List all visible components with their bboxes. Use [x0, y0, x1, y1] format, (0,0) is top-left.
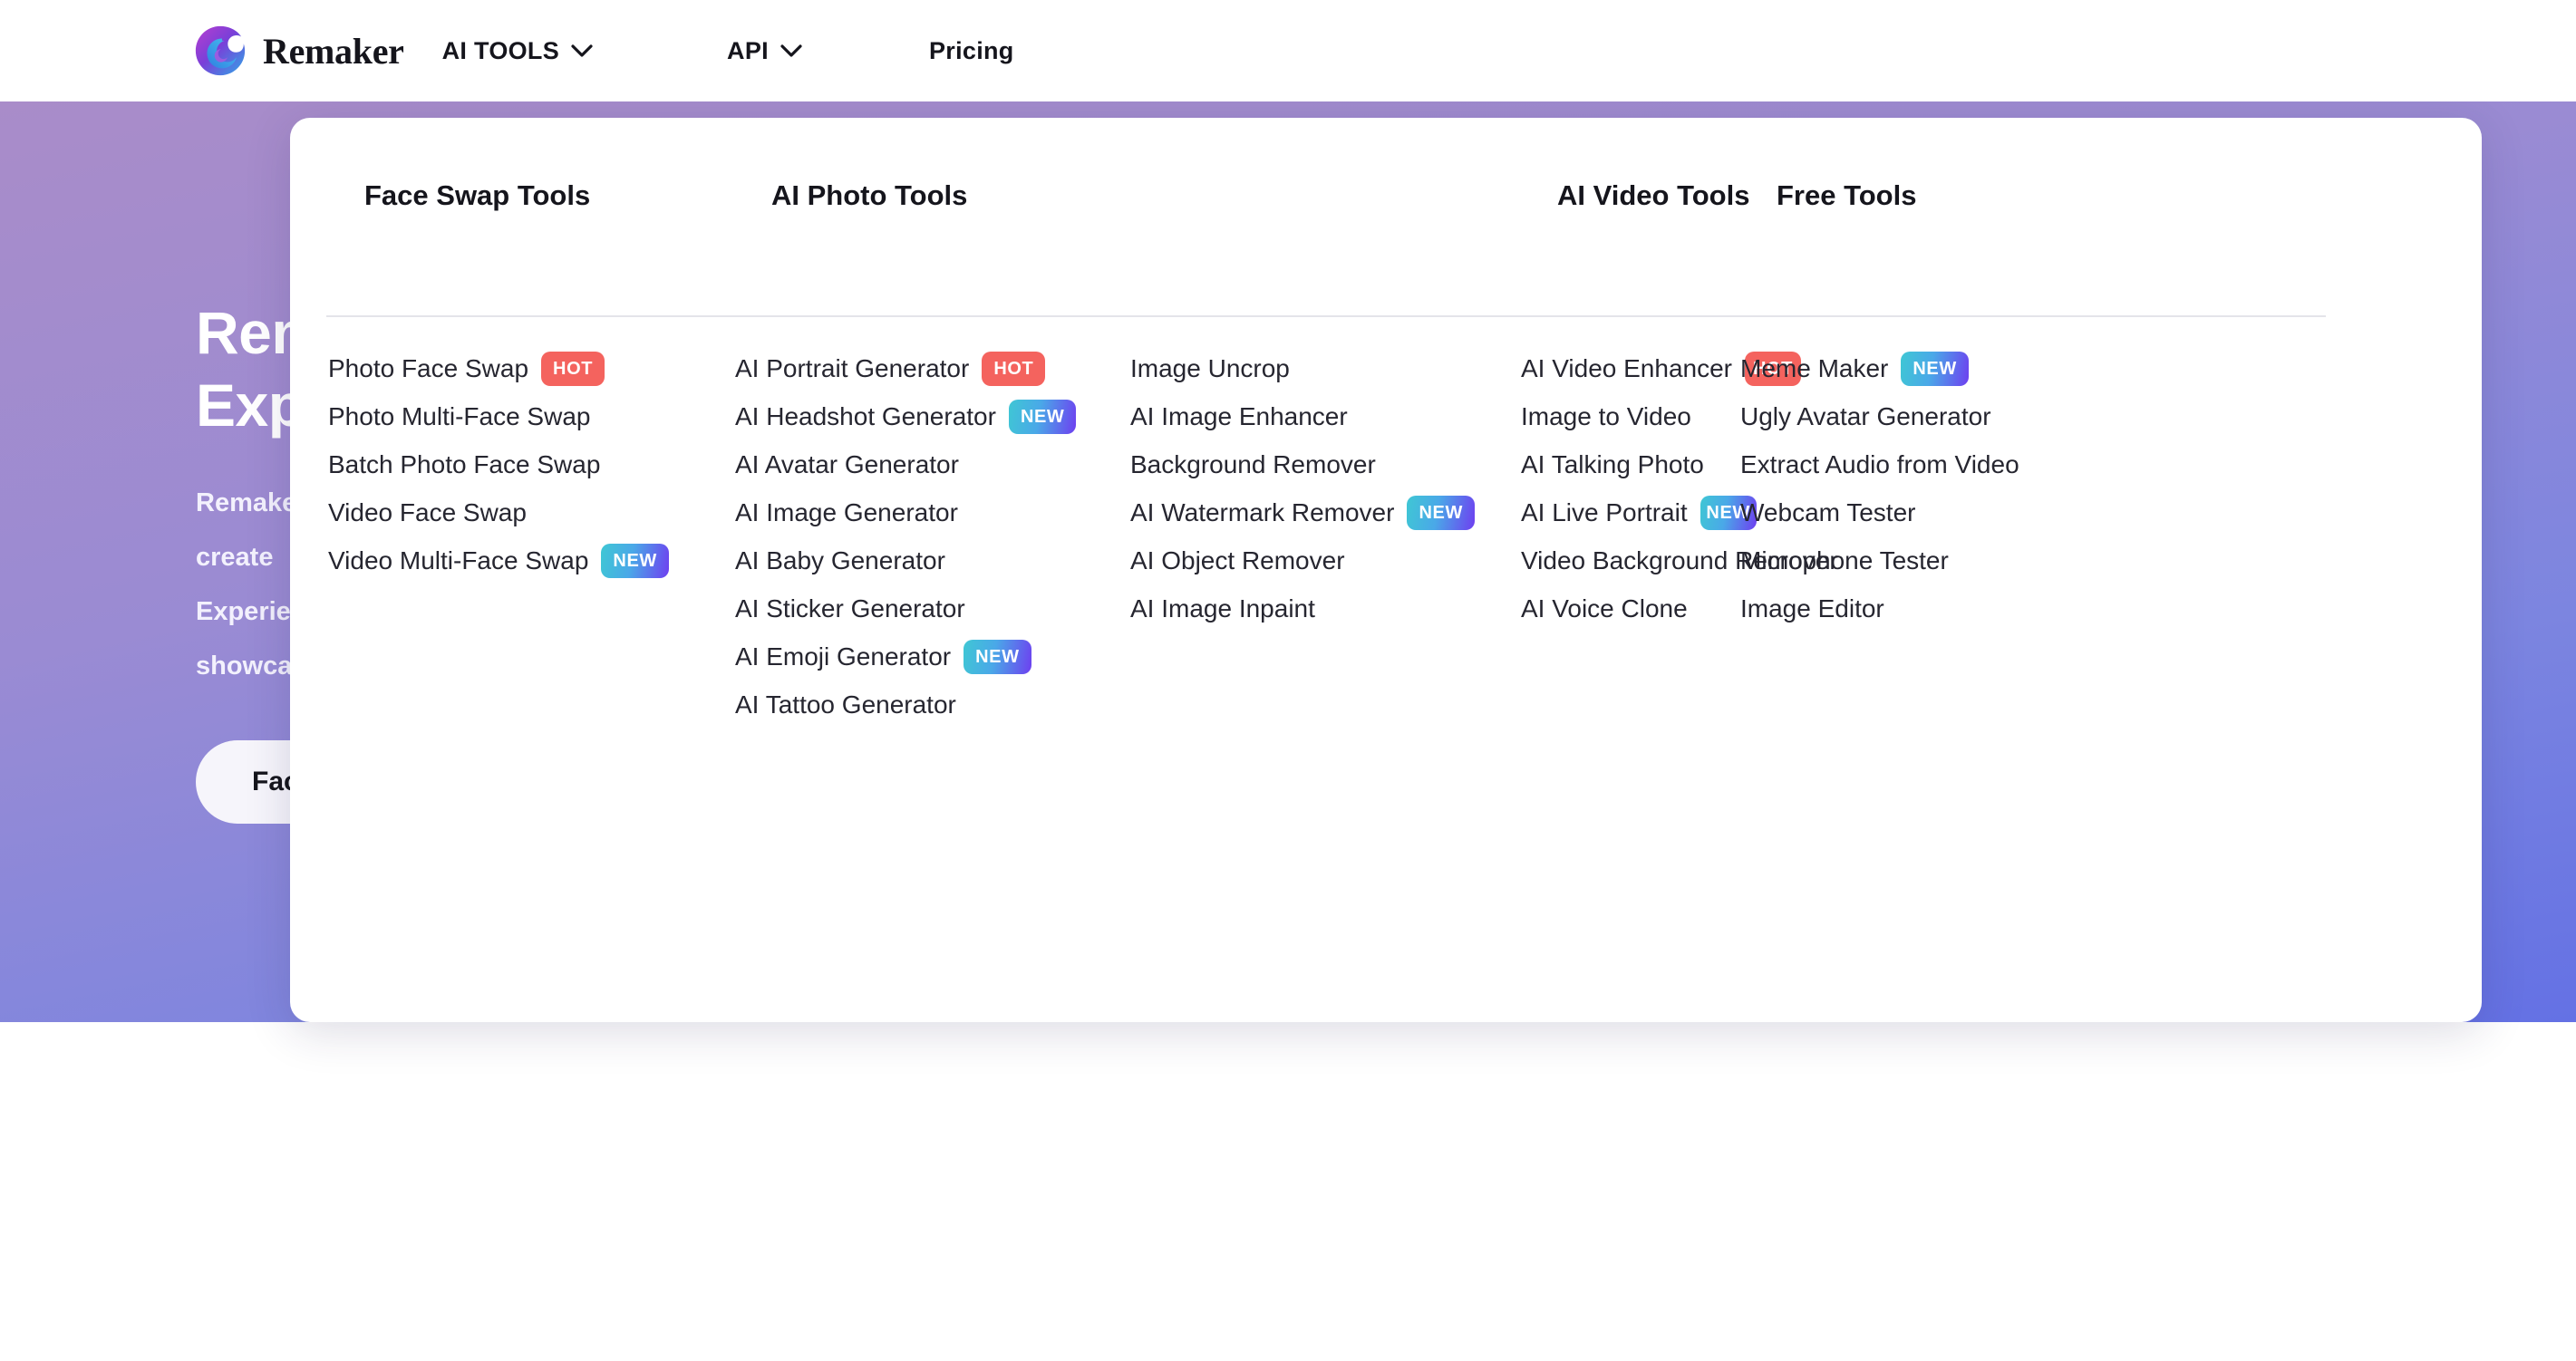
menu-item[interactable]: AI Portrait Generator HOT — [735, 344, 1130, 392]
brand[interactable]: Remaker — [192, 23, 404, 79]
menu-item-label: AI Headshot Generator — [735, 402, 996, 430]
menu-column-ai-video-tools: AI Video Enhancer HOT Image to Video AI Tal… — [1521, 344, 1838, 729]
menu-column-ai-photo-tools-1: AI Portrait Generator HOT AI Headshot Gene… — [735, 344, 1130, 729]
menu-item-label: Video Face Swap — [328, 498, 527, 526]
menu-item[interactable]: Image Editor — [1740, 584, 2103, 632]
column-header-ai-photo-tools: AI Photo Tools — [771, 179, 968, 211]
menu-item-label: Image Editor — [1740, 594, 1884, 623]
menu-item-label: Image to Video — [1521, 402, 1691, 430]
menu-item-label: Extract Audio from Video — [1740, 450, 2019, 478]
menu-item[interactable]: AI Tattoo Generator — [735, 680, 1130, 729]
menu-item-label: AI Image Generator — [735, 498, 958, 526]
menu-item[interactable]: Video Multi-Face Swap NEW — [328, 536, 735, 584]
nav-item-ai-tools-label: AI TOOLS — [441, 36, 560, 64]
new-badge: NEW — [601, 543, 669, 578]
menu-item-label: Image Uncrop — [1130, 354, 1290, 382]
nav-item-pricing[interactable]: Pricing — [929, 37, 1014, 65]
menu-item-label: Batch Photo Face Swap — [328, 450, 601, 478]
mega-menu-columns: Photo Face Swap HOT Photo Multi-Face Swap B… — [328, 344, 2444, 729]
menu-item-label: AI Emoji Generator — [735, 642, 952, 671]
menu-item[interactable]: Image Uncrop — [1130, 344, 1521, 392]
menu-item-label: AI Avatar Generator — [735, 450, 959, 478]
new-badge: NEW — [1407, 495, 1475, 530]
column-header-free-tools: Free Tools — [1777, 179, 1917, 211]
menu-item-label: Ugly Avatar Generator — [1740, 402, 1991, 430]
new-badge: NEW — [1901, 351, 1969, 386]
hot-badge: HOT — [982, 351, 1046, 386]
menu-item-label: AI Live Portrait — [1521, 498, 1688, 526]
menu-item[interactable]: Ugly Avatar Generator — [1740, 392, 2103, 440]
column-header-ai-video-tools: AI Video Tools — [1557, 179, 1750, 211]
menu-item[interactable]: Photo Face Swap HOT — [328, 344, 735, 392]
mega-menu-headers: Face Swap Tools AI Photo Tools AI Video … — [328, 118, 2444, 217]
menu-item[interactable]: Photo Multi-Face Swap — [328, 392, 735, 440]
menu-item[interactable]: Video Background Remover — [1521, 536, 1838, 584]
menu-item[interactable]: AI Object Remover — [1130, 536, 1521, 584]
menu-item-label: Meme Maker — [1740, 354, 1889, 382]
brand-name: Remaker — [263, 30, 404, 72]
menu-item[interactable]: Meme Maker NEW — [1740, 344, 2103, 392]
menu-item[interactable]: Image to Video — [1521, 392, 1740, 440]
menu-item[interactable]: AI Avatar Generator — [735, 440, 1130, 488]
menu-item-label: AI Video Enhancer — [1521, 354, 1732, 382]
menu-item[interactable]: AI Voice Clone — [1521, 584, 1740, 632]
menu-item-label: Photo Face Swap — [328, 354, 529, 382]
hot-badge: HOT — [541, 351, 605, 386]
new-badge: NEW — [1008, 399, 1077, 434]
menu-item[interactable]: Microphone Tester — [1740, 536, 2103, 584]
menu-item[interactable]: AI Emoji Generator NEW — [735, 632, 1130, 680]
remaker-swirl-logo-icon — [192, 23, 248, 79]
nav-item-api[interactable]: API — [727, 37, 802, 65]
menu-item[interactable]: AI Sticker Generator — [735, 584, 1130, 632]
bottom-section — [0, 1022, 2576, 1361]
menu-item[interactable]: AI Image Enhancer — [1130, 392, 1521, 440]
ai-tools-mega-menu[interactable]: Face Swap Tools AI Photo Tools AI Video … — [290, 118, 2482, 1022]
menu-item[interactable]: Webcam Tester — [1740, 488, 2103, 536]
menu-item[interactable]: Batch Photo Face Swap — [328, 440, 735, 488]
column-header-face-swap-tools: Face Swap Tools — [364, 179, 591, 211]
nav-item-api-label: API — [727, 36, 769, 64]
top-navigation-bar: Remaker AI TOOLS API Pricing — [0, 0, 2576, 101]
menu-item[interactable]: AI Image Generator — [735, 488, 1130, 536]
menu-item-label: AI Image Inpaint — [1130, 594, 1315, 623]
menu-item-label: AI Baby Generator — [735, 546, 945, 574]
menu-item[interactable]: AI Video Enhancer HOT — [1521, 344, 1801, 392]
menu-item-label: AI Portrait Generator — [735, 354, 970, 382]
menu-item[interactable]: Extract Audio from Video — [1740, 440, 2103, 488]
menu-item-label: AI Tattoo Generator — [735, 690, 956, 719]
menu-item-label: Microphone Tester — [1740, 546, 1949, 574]
primary-nav: AI TOOLS API Pricing — [442, 37, 1014, 65]
new-badge: NEW — [964, 639, 1031, 674]
menu-item[interactable]: AI Watermark Remover NEW — [1130, 488, 1521, 536]
chevron-down-icon — [780, 44, 802, 57]
menu-item-label: Photo Multi-Face Swap — [328, 402, 591, 430]
mega-menu-divider — [326, 315, 2326, 317]
menu-item[interactable]: Video Face Swap — [328, 488, 735, 536]
menu-item[interactable]: AI Baby Generator — [735, 536, 1130, 584]
menu-item-label: Webcam Tester — [1740, 498, 1916, 526]
menu-item-label: AI Sticker Generator — [735, 594, 965, 623]
menu-column-free-tools: Meme Maker NEW Ugly Avatar Generator Extrac… — [1740, 344, 2103, 729]
menu-item[interactable]: AI Headshot Generator NEW — [735, 392, 1130, 440]
menu-item-label: AI Voice Clone — [1521, 594, 1688, 623]
menu-item-label: AI Watermark Remover — [1130, 498, 1395, 526]
menu-item-label: AI Talking Photo — [1521, 450, 1704, 478]
menu-column-face-swap-tools: Photo Face Swap HOT Photo Multi-Face Swap B… — [328, 344, 735, 729]
menu-item-label: AI Image Enhancer — [1130, 402, 1348, 430]
menu-item-label: AI Object Remover — [1130, 546, 1345, 574]
menu-item[interactable]: AI Image Inpaint — [1130, 584, 1521, 632]
menu-column-ai-photo-tools-2: Image Uncrop AI Image Enhancer Background … — [1130, 344, 1521, 729]
menu-item-label: Video Multi-Face Swap — [328, 546, 589, 574]
chevron-down-icon — [571, 44, 593, 57]
nav-item-pricing-label: Pricing — [928, 36, 1014, 64]
menu-item[interactable]: AI Talking Photo — [1521, 440, 1740, 488]
menu-item-label: Background Remover — [1130, 450, 1376, 478]
nav-item-ai-tools[interactable]: AI TOOLS — [442, 37, 593, 65]
menu-item[interactable]: AI Live Portrait NEW — [1521, 488, 1757, 536]
menu-item[interactable]: Background Remover — [1130, 440, 1521, 488]
